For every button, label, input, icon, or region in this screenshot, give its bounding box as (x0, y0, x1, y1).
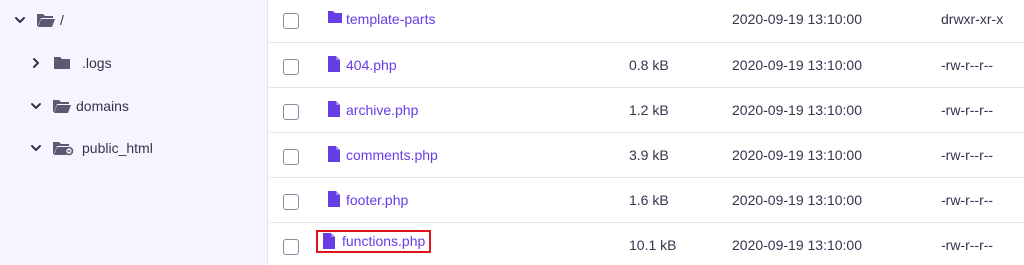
tree-item-logs[interactable]: .logs (30, 52, 112, 74)
file-row[interactable]: functions.php 10.1 kB 2020-09-19 13:10:0… (269, 223, 1024, 265)
file-name-highlight[interactable]: functions.php (315, 230, 432, 253)
row-checkbox[interactable] (283, 59, 299, 75)
chevron-right-icon[interactable] (30, 57, 42, 69)
file-size: 1.2 kB (629, 102, 669, 118)
file-icon (327, 146, 341, 162)
file-size: 1.6 kB (629, 192, 669, 208)
file-name-link[interactable]: 404.php (346, 57, 397, 73)
chevron-down-icon[interactable] (30, 100, 42, 112)
folder-icon (52, 55, 72, 71)
file-row[interactable]: comments.php 3.9 kB 2020-09-19 13:10:00 … (269, 133, 1024, 178)
file-row[interactable]: template-parts 2020-09-19 13:10:00 drwxr… (269, 0, 1024, 43)
file-name-link[interactable]: comments.php (346, 147, 438, 163)
file-name-link[interactable]: archive.php (346, 102, 418, 118)
file-date: 2020-09-19 13:10:00 (732, 11, 862, 27)
file-date: 2020-09-19 13:10:00 (732, 147, 862, 163)
file-permissions: -rw-r--r-- (941, 237, 994, 253)
file-icon (327, 101, 341, 117)
file-row[interactable]: archive.php 1.2 kB 2020-09-19 13:10:00 -… (269, 88, 1024, 133)
folder-open-icon (52, 98, 72, 114)
chevron-down-icon[interactable] (14, 14, 26, 26)
row-checkbox[interactable] (283, 149, 299, 165)
file-size: 0.8 kB (629, 57, 669, 73)
file-size: 3.9 kB (629, 147, 669, 163)
folder-tree-sidebar: / .logs domains public_html (0, 0, 268, 265)
tree-item-label: domains (76, 98, 129, 114)
folder-link-icon (52, 140, 74, 156)
file-permissions: -rw-r--r-- (941, 102, 994, 118)
file-list: template-parts 2020-09-19 13:10:00 drwxr… (269, 0, 1024, 265)
file-icon (322, 233, 336, 249)
file-icon (327, 191, 341, 207)
file-date: 2020-09-19 13:10:00 (732, 102, 862, 118)
file-icon (327, 56, 341, 72)
row-checkbox[interactable] (283, 239, 299, 255)
file-name-link[interactable]: template-parts (346, 11, 435, 27)
folder-icon (327, 10, 343, 26)
chevron-down-icon[interactable] (30, 142, 42, 154)
file-date: 2020-09-19 13:10:00 (732, 237, 862, 253)
tree-item-label: .logs (82, 55, 112, 71)
tree-item-public-html[interactable]: public_html (30, 137, 153, 159)
file-permissions: drwxr-xr-x (941, 11, 1004, 27)
folder-open-icon (36, 12, 56, 28)
file-name-link[interactable]: functions.php (342, 233, 425, 249)
file-row[interactable]: 404.php 0.8 kB 2020-09-19 13:10:00 -rw-r… (269, 43, 1024, 88)
tree-item-label: / (60, 12, 64, 28)
tree-item-root[interactable]: / (14, 9, 64, 31)
file-row[interactable]: footer.php 1.6 kB 2020-09-19 13:10:00 -r… (269, 178, 1024, 223)
file-permissions: -rw-r--r-- (941, 147, 994, 163)
tree-item-domains[interactable]: domains (30, 95, 129, 117)
tree-item-label: public_html (82, 140, 153, 156)
row-checkbox[interactable] (283, 13, 299, 29)
file-permissions: -rw-r--r-- (941, 192, 994, 208)
file-name-link[interactable]: footer.php (346, 192, 408, 208)
file-date: 2020-09-19 13:10:00 (732, 192, 862, 208)
file-size: 10.1 kB (629, 237, 677, 253)
file-permissions: -rw-r--r-- (941, 57, 994, 73)
row-checkbox[interactable] (283, 194, 299, 210)
file-date: 2020-09-19 13:10:00 (732, 57, 862, 73)
row-checkbox[interactable] (283, 104, 299, 120)
